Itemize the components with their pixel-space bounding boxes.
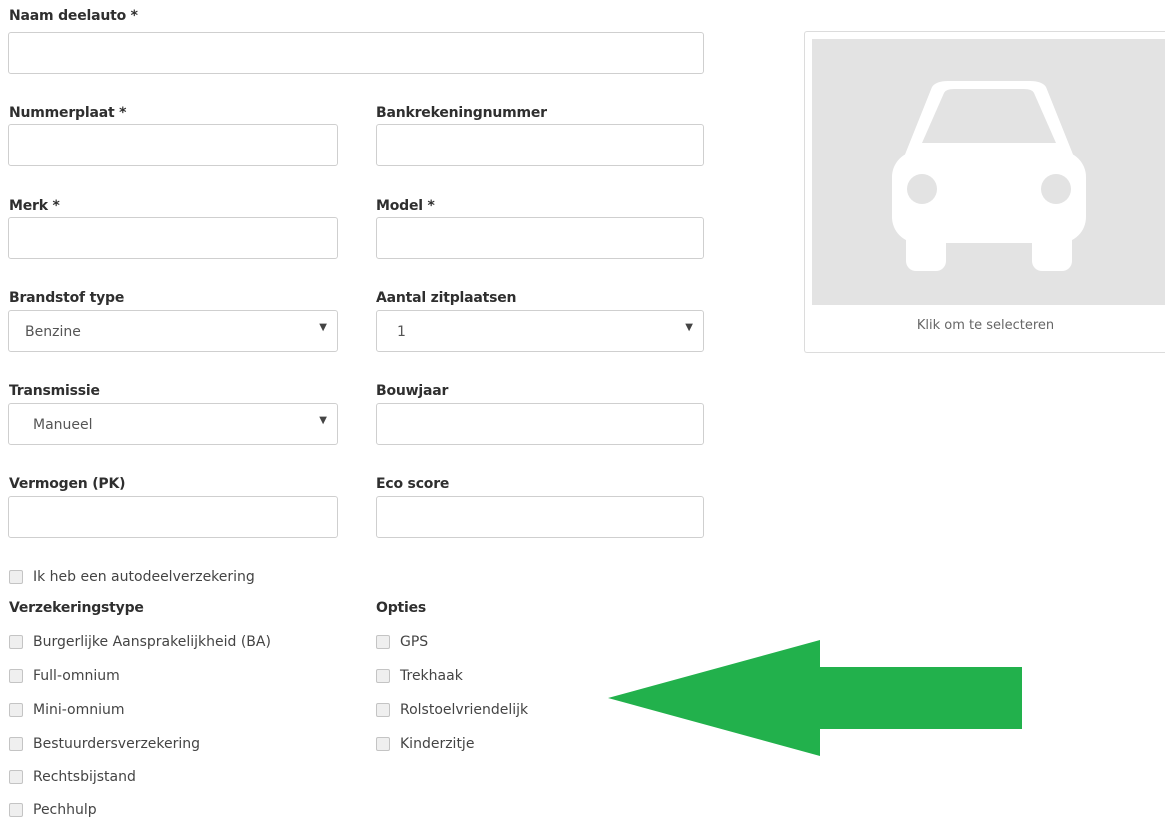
chevron-down-icon: ▼ <box>685 322 693 333</box>
model-label: Model * <box>376 198 435 214</box>
power-input[interactable] <box>8 496 338 538</box>
name-input[interactable] <box>8 32 704 74</box>
checkbox-label: Rolstoelvriendelijk <box>400 702 529 718</box>
checkbox-label: Rechtsbijstand <box>33 769 136 785</box>
checkbox-box[interactable] <box>9 635 23 649</box>
checkbox-box[interactable] <box>376 737 390 751</box>
insurance-type-legal[interactable]: Rechtsbijstand <box>9 768 136 786</box>
arrow-left-icon <box>608 640 1022 756</box>
plate-input[interactable] <box>8 124 338 166</box>
checkbox-box[interactable] <box>376 703 390 717</box>
transmission-select[interactable]: Manueel ▼ <box>8 403 338 445</box>
checkbox-box[interactable] <box>376 635 390 649</box>
checkbox-label: Full-omnium <box>33 668 120 684</box>
checkbox-label: Bestuurdersverzekering <box>33 736 201 752</box>
checkbox-box[interactable] <box>9 737 23 751</box>
photo-caption: Klik om te selecteren <box>916 318 1055 333</box>
checkbox-box[interactable] <box>9 703 23 717</box>
checkbox-label: Trekhaak <box>400 668 463 684</box>
year-label: Bouwjaar <box>376 383 449 399</box>
transmission-label: Transmissie <box>9 383 100 399</box>
name-label: Naam deelauto * <box>9 8 138 24</box>
brand-label: Merk * <box>9 198 60 214</box>
checkbox-box[interactable] <box>376 669 390 683</box>
checkbox-box[interactable] <box>9 803 23 817</box>
insurance-type-mini-omnium[interactable]: Mini-omnium <box>9 701 125 719</box>
checkbox-box[interactable] <box>9 770 23 784</box>
car-icon <box>892 81 1086 271</box>
checkbox-box[interactable] <box>9 570 23 584</box>
fuel-select-value: Benzine <box>25 324 81 340</box>
insurance-type-roadside[interactable]: Pechhulp <box>9 801 97 819</box>
bank-input[interactable] <box>376 124 704 166</box>
option-towbar[interactable]: Trekhaak <box>376 667 463 685</box>
checkbox-label: GPS <box>400 634 429 650</box>
eco-label: Eco score <box>376 476 450 492</box>
eco-input[interactable] <box>376 496 704 538</box>
checkbox-label: Kinderzitje <box>400 736 475 752</box>
fuel-label: Brandstof type <box>9 290 125 306</box>
car-photo-picker[interactable]: Klik om te selecteren <box>804 31 1165 353</box>
checkbox-label: Burgerlijke Aansprakelijkheid (BA) <box>33 634 271 650</box>
checkbox-label: Pechhulp <box>33 802 97 818</box>
option-gps[interactable]: GPS <box>376 633 428 651</box>
checkbox-label: Mini-omnium <box>33 702 125 718</box>
checkbox-box[interactable] <box>9 669 23 683</box>
insurance-type-full-omnium[interactable]: Full-omnium <box>9 667 120 685</box>
insurance-type-driver[interactable]: Bestuurdersverzekering <box>9 735 200 753</box>
plate-label: Nummerplaat * <box>9 105 127 121</box>
option-wheelchair[interactable]: Rolstoelvriendelijk <box>376 701 528 719</box>
chevron-down-icon: ▼ <box>319 322 327 333</box>
option-child-seat[interactable]: Kinderzitje <box>376 735 474 753</box>
own-insurance-label: Ik heb een autodeelverzekering <box>33 569 255 585</box>
seats-label: Aantal zitplaatsen <box>376 290 517 306</box>
options-heading: Opties <box>376 600 427 616</box>
fuel-select[interactable]: Benzine ▼ <box>8 310 338 352</box>
seats-select[interactable]: 1 ▼ <box>376 310 704 352</box>
own-insurance-checkbox[interactable]: Ik heb een autodeelverzekering <box>9 568 255 586</box>
model-input[interactable] <box>376 217 704 259</box>
year-input[interactable] <box>376 403 704 445</box>
insurance-type-heading: Verzekeringstype <box>9 600 144 616</box>
chevron-down-icon: ▼ <box>319 415 327 426</box>
photo-placeholder[interactable] <box>812 39 1165 305</box>
bank-label: Bankrekeningnummer <box>376 105 547 121</box>
power-label: Vermogen (PK) <box>9 476 126 492</box>
insurance-type-ba[interactable]: Burgerlijke Aansprakelijkheid (BA) <box>9 633 271 651</box>
brand-input[interactable] <box>8 217 338 259</box>
transmission-select-value: Manueel <box>33 417 93 433</box>
seats-select-value: 1 <box>397 324 406 340</box>
